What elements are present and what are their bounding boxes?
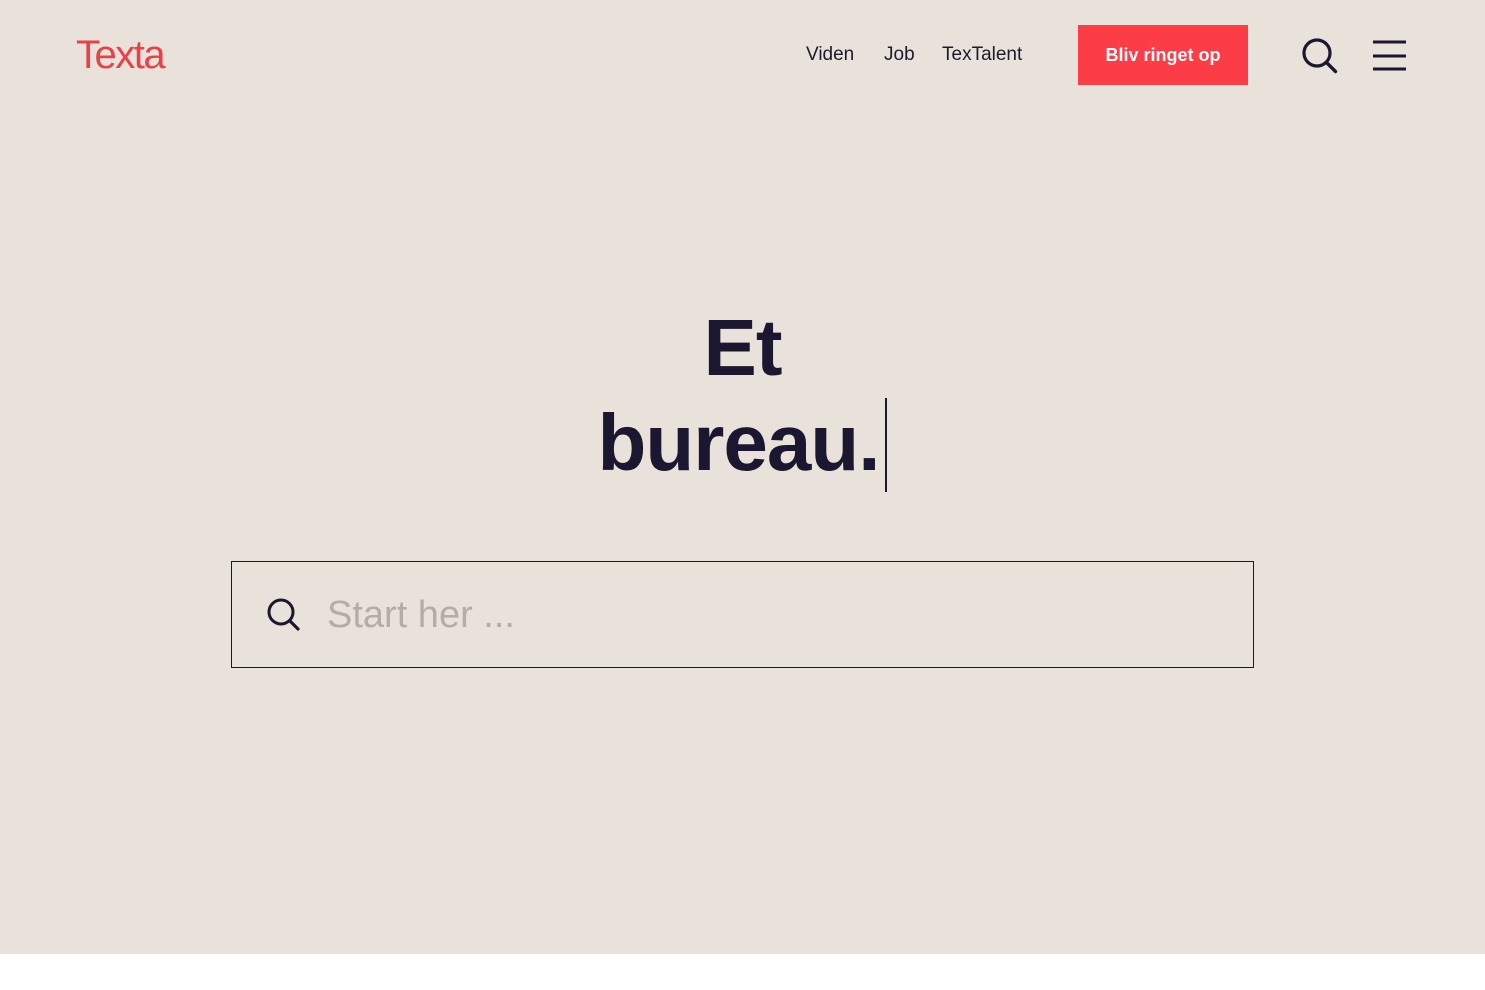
- headline-line-1: Et: [703, 303, 783, 392]
- hero-search-box[interactable]: [231, 561, 1254, 668]
- hero-section: Texta Viden Job TexTalent Bliv ringet op…: [0, 0, 1485, 954]
- hero-headline: Et bureau.: [0, 300, 1485, 492]
- typing-caret: [885, 398, 888, 492]
- search-icon: [265, 596, 303, 639]
- hero-search-input[interactable]: [327, 582, 1227, 648]
- headline-line-2: bureau.: [597, 398, 881, 487]
- headline-line-2-wrap: bureau.: [0, 395, 1485, 492]
- nav-link-job[interactable]: Job: [884, 42, 915, 68]
- hamburger-menu-icon: [1373, 40, 1406, 71]
- nav-link-textalent[interactable]: TexTalent: [942, 42, 1022, 68]
- nav-link-viden[interactable]: Viden: [806, 42, 854, 68]
- call-me-button[interactable]: Bliv ringet op: [1078, 25, 1248, 85]
- page: Texta Viden Job TexTalent Bliv ringet op…: [0, 0, 1485, 990]
- header-search-button[interactable]: [1300, 36, 1340, 76]
- search-icon: [1302, 38, 1338, 74]
- logo[interactable]: Texta: [76, 30, 166, 80]
- menu-button[interactable]: [1372, 38, 1408, 74]
